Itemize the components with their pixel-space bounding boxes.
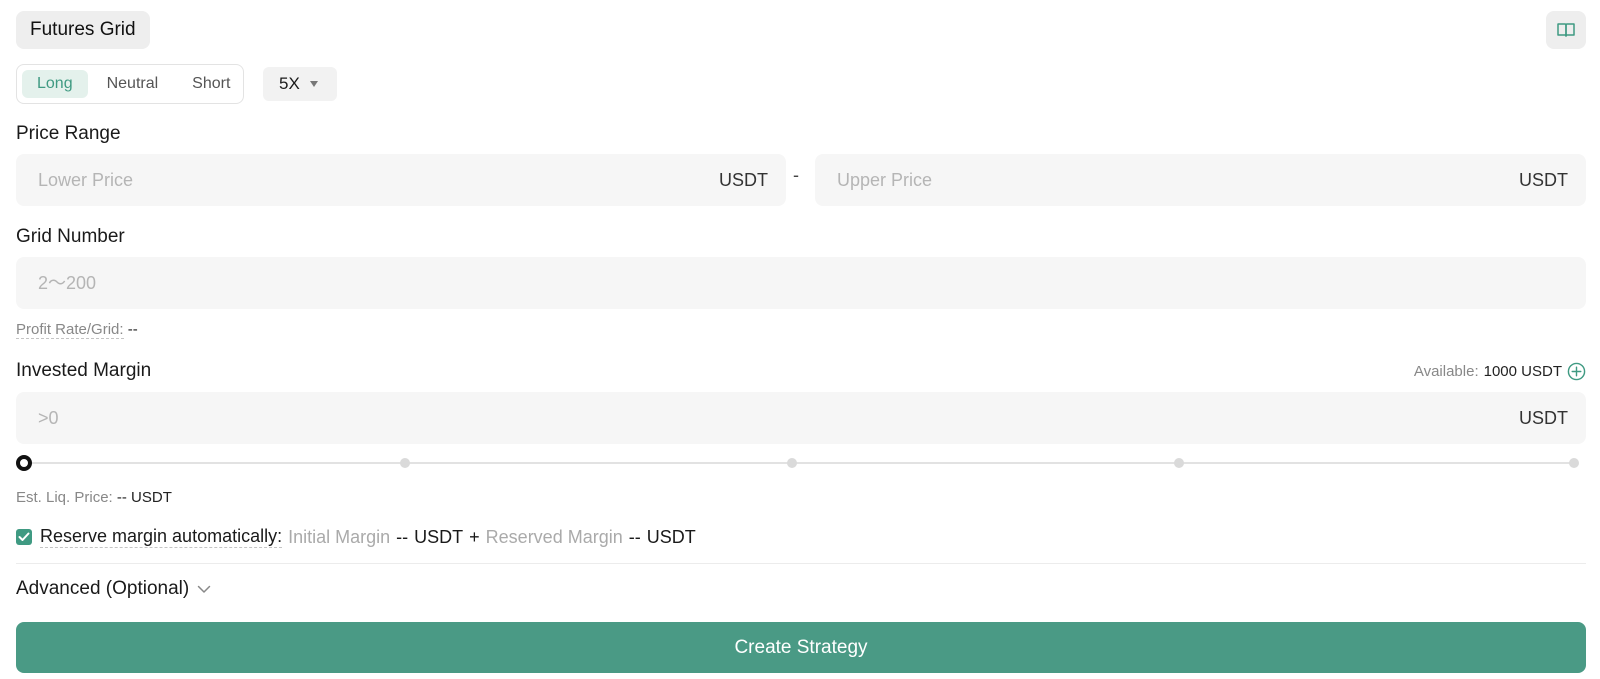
initial-margin-unit: USDT <box>414 526 464 547</box>
liq-value: -- <box>116 489 127 506</box>
profit-rate-label[interactable]: Profit Rate/Grid: <box>16 321 124 339</box>
lower-price-field: USDT <box>16 154 786 206</box>
invested-margin-field: USDT <box>16 392 1586 444</box>
plus-sign: + <box>469 526 480 547</box>
slider-thumb[interactable] <box>16 455 32 471</box>
plus-circle-icon[interactable] <box>1567 362 1586 381</box>
leverage-value: 5X <box>279 74 300 93</box>
reserve-label[interactable]: Reserve margin automatically: <box>40 526 283 548</box>
grid-number-label: Grid Number <box>16 226 125 247</box>
liq-label: Est. Liq. Price: <box>16 489 113 506</box>
check-icon <box>18 532 30 541</box>
invested-margin-label: Invested Margin <box>16 360 152 381</box>
tab-short[interactable]: Short <box>177 70 245 98</box>
tab-neutral[interactable]: Neutral <box>92 70 174 98</box>
reserved-margin-value: -- <box>628 526 641 547</box>
divider <box>16 563 1586 564</box>
upper-price-input[interactable] <box>837 169 1511 191</box>
page-title: Futures Grid <box>16 11 150 49</box>
invested-margin-input[interactable] <box>38 407 1511 429</box>
margin-slider[interactable] <box>16 455 1586 471</box>
book-icon <box>1557 23 1575 37</box>
initial-margin-label: Initial Margin <box>288 526 391 547</box>
upper-price-unit: USDT <box>1519 169 1568 190</box>
lower-price-input[interactable] <box>38 169 711 191</box>
advanced-label: Advanced (Optional) <box>16 578 190 599</box>
reserved-margin-label: Reserved Margin <box>485 526 623 547</box>
grid-number-field <box>16 257 1586 309</box>
chevron-down-icon <box>197 585 211 593</box>
price-range-separator: - <box>793 165 799 185</box>
tab-long[interactable]: Long <box>22 70 88 98</box>
slider-track <box>24 462 1578 464</box>
price-range-label: Price Range <box>16 123 121 144</box>
reserved-margin-unit: USDT <box>646 526 696 547</box>
caret-down-icon <box>309 81 318 87</box>
direction-tabs: Long Neutral Short <box>16 64 244 104</box>
available-balance: Available: 1000 USDT <box>1414 362 1586 381</box>
profit-rate-value: -- <box>127 321 138 338</box>
slider-mark-50[interactable] <box>787 458 797 468</box>
lower-price-unit: USDT <box>719 169 768 190</box>
available-label: Available: <box>1413 363 1479 380</box>
reserve-checkbox[interactable] <box>16 529 32 545</box>
slider-mark-25[interactable] <box>400 458 410 468</box>
guide-button[interactable] <box>1546 11 1586 49</box>
profit-rate-line: Profit Rate/Grid: -- <box>16 321 138 339</box>
liq-unit: USDT <box>131 489 172 506</box>
slider-mark-100[interactable] <box>1569 458 1579 468</box>
slider-mark-75[interactable] <box>1174 458 1184 468</box>
initial-margin-value: -- <box>396 526 409 547</box>
create-strategy-button[interactable]: Create Strategy <box>16 622 1586 673</box>
upper-price-field: USDT <box>815 154 1586 206</box>
available-value: 1000 USDT <box>1483 363 1562 380</box>
reserve-margin-row: Reserve margin automatically: Initial Ma… <box>16 526 696 548</box>
leverage-select[interactable]: 5X <box>263 67 337 101</box>
advanced-toggle[interactable]: Advanced (Optional) <box>16 578 211 600</box>
grid-number-input[interactable] <box>38 272 1568 294</box>
invested-margin-unit: USDT <box>1519 407 1568 428</box>
liquidation-line: Est. Liq. Price: -- USDT <box>16 489 172 506</box>
